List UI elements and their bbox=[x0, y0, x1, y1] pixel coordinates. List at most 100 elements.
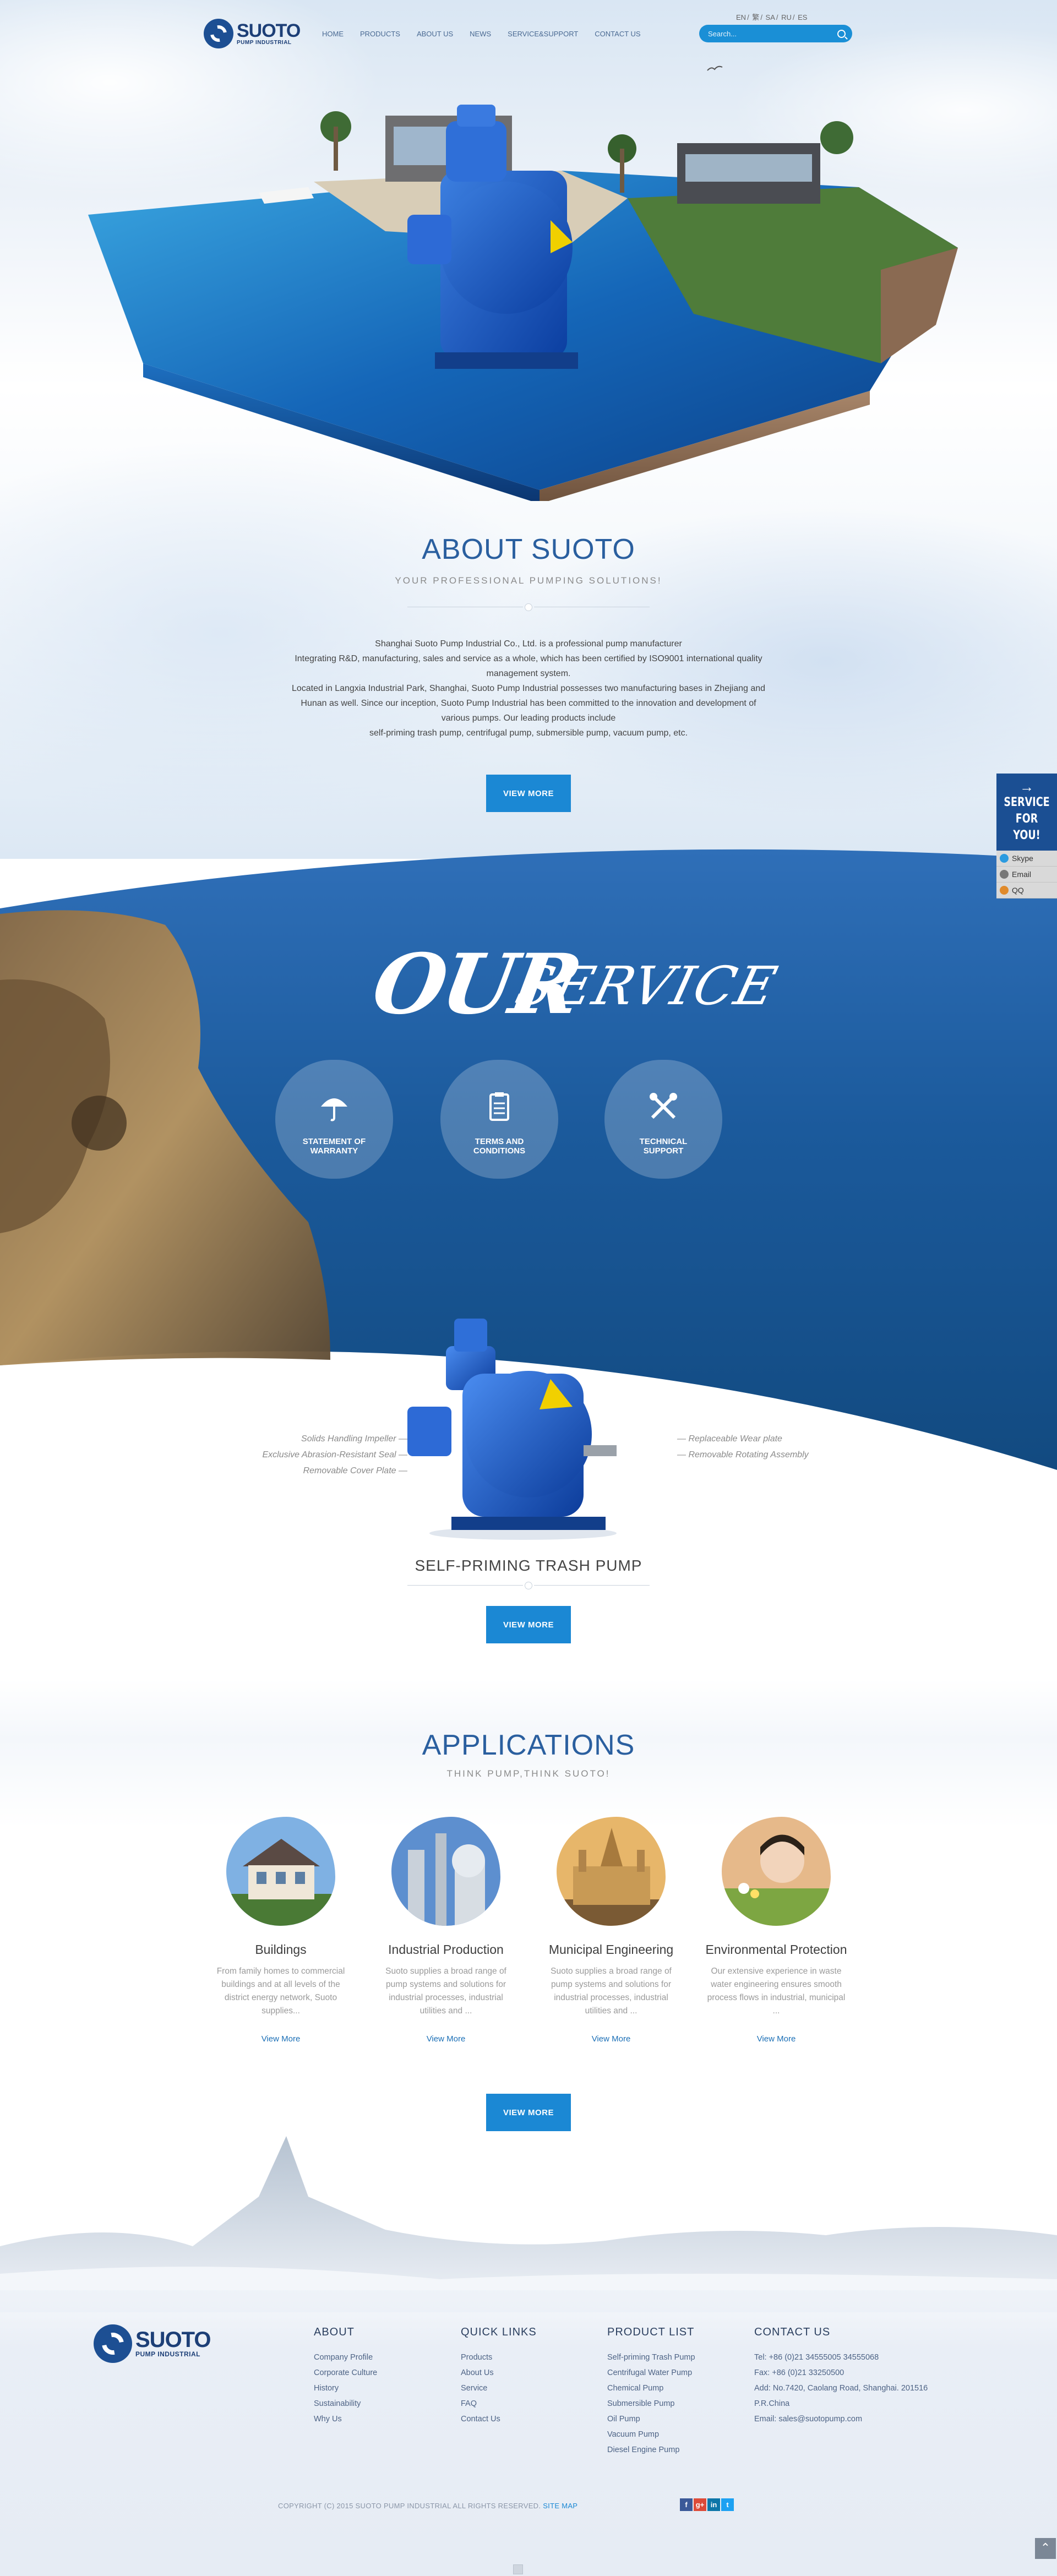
environmental-view-more-link[interactable]: View More bbox=[699, 2034, 853, 2044]
service-terms[interactable]: TERMS AND CONDITIONS bbox=[440, 1060, 558, 1179]
nav-service-support[interactable]: SERVICE&SUPPORT bbox=[508, 30, 578, 38]
about-line: various pumps. Our leading products incl… bbox=[441, 714, 616, 723]
birds-decoration bbox=[707, 66, 723, 71]
footer-link[interactable]: Vacuum Pump bbox=[607, 2427, 695, 2442]
lang-es[interactable]: ES bbox=[798, 13, 807, 21]
footer-link[interactable]: History bbox=[314, 2381, 377, 2396]
applications-title: APPLICATIONS bbox=[422, 1729, 635, 1761]
footer-link[interactable]: Products bbox=[461, 2350, 537, 2365]
service-technical-support[interactable]: TECHNICAL SUPPORT bbox=[604, 1060, 722, 1179]
desc-line: ... bbox=[772, 2006, 780, 2016]
footer-link[interactable]: Contact Us bbox=[461, 2411, 537, 2427]
contact-email-link[interactable]: Email: sales@suotopump.com bbox=[754, 2411, 928, 2427]
product-view-more-button[interactable]: VIEW MORE bbox=[486, 1606, 571, 1643]
footer-link[interactable]: Centrifugal Water Pump bbox=[607, 2365, 695, 2381]
side-service-panel[interactable]: → SERVICE FOR YOU! bbox=[996, 774, 1057, 851]
service-terms-line2: CONDITIONS bbox=[473, 1146, 526, 1156]
tools-icon bbox=[650, 1093, 677, 1119]
twitter-icon[interactable]: t bbox=[721, 2498, 734, 2511]
lang-ru[interactable]: RU bbox=[781, 13, 792, 21]
footer-product-list-column: PRODUCT LIST Self-priming Trash Pump Cen… bbox=[607, 2326, 695, 2458]
footer-link[interactable]: Company Profile bbox=[314, 2350, 377, 2365]
back-to-top-button[interactable]: ⌃ bbox=[1035, 2538, 1056, 2559]
search-icon[interactable] bbox=[837, 30, 846, 38]
applications-view-more-button[interactable]: VIEW MORE bbox=[486, 2094, 571, 2131]
footer-link[interactable]: Corporate Culture bbox=[314, 2365, 377, 2381]
about-view-more-button[interactable]: VIEW MORE bbox=[486, 775, 571, 812]
nav-home[interactable]: HOME bbox=[322, 30, 344, 38]
service-title-service: SERVICE bbox=[510, 955, 784, 1017]
buildings-image bbox=[226, 1817, 335, 1926]
footer-logo-subtext: PUMP INDUSTRIAL bbox=[135, 2350, 200, 2358]
footer-link[interactable]: Diesel Engine Pump bbox=[607, 2442, 695, 2458]
small-badge-icon bbox=[513, 2564, 523, 2574]
site-logo[interactable]: SUOTO PUMP INDUSTRIAL bbox=[204, 18, 308, 50]
sitemap-link[interactable]: SITE MAP bbox=[543, 2502, 577, 2510]
trash-pump-image bbox=[407, 1319, 617, 1540]
footer-logo[interactable]: SUOTO PUMP INDUSTRIAL bbox=[94, 2324, 220, 2363]
linkedin-icon[interactable]: in bbox=[707, 2498, 720, 2511]
nav-contact-us[interactable]: CONTACT US bbox=[595, 30, 640, 38]
footer-link[interactable]: Sustainability bbox=[314, 2396, 377, 2411]
feature-right-1: — Replaceable Wear plate bbox=[677, 1434, 782, 1444]
footer-about-heading: ABOUT bbox=[314, 2326, 355, 2338]
side-qq-link[interactable]: QQ bbox=[996, 883, 1057, 898]
desc-line: industrial processes, industrial bbox=[554, 1993, 668, 2002]
search-box bbox=[699, 25, 852, 42]
application-name: Environmental Protection bbox=[705, 1942, 847, 1957]
island-pump-illustration bbox=[88, 105, 958, 501]
contact-tel: Tel: +86 (0)21 34555005 34555068 bbox=[754, 2353, 879, 2362]
lang-zh[interactable]: 繁 bbox=[752, 13, 759, 21]
google-plus-icon[interactable]: g+ bbox=[694, 2498, 706, 2511]
feature-right-2: — Removable Rotating Assembly bbox=[677, 1450, 809, 1459]
service-warranty-line1: STATEMENT OF bbox=[302, 1137, 366, 1146]
footer-link[interactable]: Service bbox=[461, 2381, 537, 2396]
main-nav: HOME PRODUCTS ABOUT US NEWS SERVICE&SUPP… bbox=[322, 30, 657, 38]
copyright-text: COPYRIGHT (C) 2015 SUOTO PUMP INDUSTRIAL… bbox=[278, 2502, 541, 2510]
desc-line: utilities and ... bbox=[585, 2006, 638, 2016]
about-divider bbox=[407, 602, 650, 613]
footer-link[interactable]: Oil Pump bbox=[607, 2411, 695, 2427]
lang-sa[interactable]: SA bbox=[766, 13, 775, 21]
lang-en[interactable]: EN bbox=[736, 13, 746, 21]
desc-line: Suoto supplies a broad range of bbox=[385, 1967, 506, 1976]
application-name: Buildings bbox=[255, 1942, 307, 1957]
nav-products[interactable]: PRODUCTS bbox=[360, 30, 400, 38]
search-input[interactable] bbox=[707, 29, 830, 39]
footer-link[interactable]: Submersible Pump bbox=[607, 2396, 695, 2411]
footer-link[interactable]: FAQ bbox=[461, 2396, 537, 2411]
footer-logo-mark-icon bbox=[94, 2324, 132, 2363]
footer-logo-text: SUOTO bbox=[135, 2328, 211, 2352]
feature-left-3: Removable Cover Plate — bbox=[303, 1466, 407, 1475]
feature-left-2: Exclusive Abrasion-Resistant Seal — bbox=[262, 1450, 407, 1459]
service-warranty-line2: WARRANTY bbox=[310, 1146, 358, 1156]
product-divider bbox=[407, 1580, 650, 1591]
footer-contact-column: CONTACT US Tel: +86 (0)21 34555005 34555… bbox=[754, 2326, 928, 2427]
facebook-icon[interactable]: f bbox=[680, 2498, 693, 2511]
desc-line: district energy network, Suoto bbox=[224, 1993, 337, 2002]
application-name: Industrial Production bbox=[388, 1942, 504, 1957]
application-environmental-protection: Environmental Protection Our extensive e… bbox=[699, 1817, 853, 2044]
industrial-view-more-link[interactable]: View More bbox=[369, 2034, 523, 2044]
side-skype-link[interactable]: Skype bbox=[996, 851, 1057, 867]
service-technical-line1: TECHNICAL bbox=[639, 1137, 688, 1146]
municipal-view-more-link[interactable]: View More bbox=[534, 2034, 688, 2044]
footer-link[interactable]: Why Us bbox=[314, 2411, 377, 2427]
municipal-engineering-image bbox=[557, 1817, 666, 1926]
footer-link[interactable]: Chemical Pump bbox=[607, 2381, 695, 2396]
logo-subtext: PUMP INDUSTRIAL bbox=[237, 39, 292, 46]
nav-news[interactable]: NEWS bbox=[470, 30, 491, 38]
about-line: management system. bbox=[486, 669, 571, 678]
service-warranty[interactable]: STATEMENT OF WARRANTY bbox=[275, 1060, 393, 1179]
side-service-line2: FOR YOU! bbox=[1013, 812, 1040, 842]
nav-about-us[interactable]: ABOUT US bbox=[417, 30, 453, 38]
footer-link[interactable]: About Us bbox=[461, 2365, 537, 2381]
contact-country: P.R.China bbox=[754, 2399, 790, 2408]
feature-text: Replaceable Wear plate bbox=[688, 1434, 782, 1444]
footer-product-list-heading: PRODUCT LIST bbox=[607, 2326, 695, 2338]
language-switcher: EN / 繁 / SA / RU / ES bbox=[736, 13, 808, 21]
side-email-link[interactable]: Email bbox=[996, 867, 1057, 883]
arrow-right-icon: → bbox=[1020, 778, 1034, 795]
buildings-view-more-link[interactable]: View More bbox=[204, 2034, 358, 2044]
footer-link[interactable]: Self-priming Trash Pump bbox=[607, 2350, 695, 2365]
